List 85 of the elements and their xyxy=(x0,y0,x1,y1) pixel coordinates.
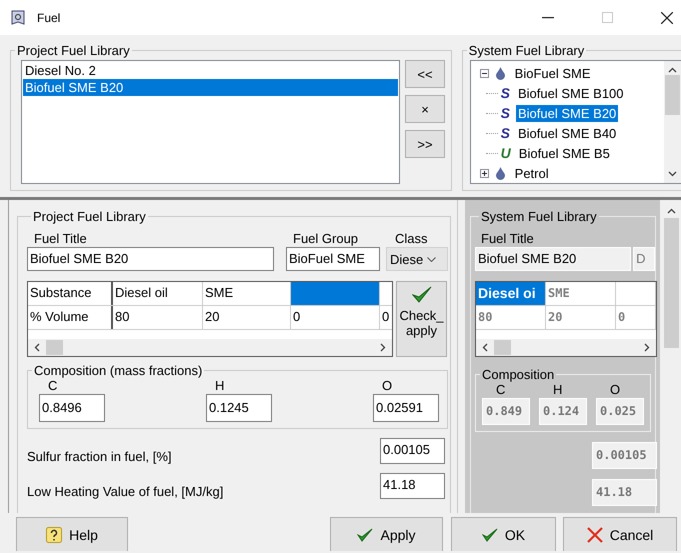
scroll-left-icon[interactable] xyxy=(482,343,488,352)
type-letter: U xyxy=(500,145,511,161)
app-icon xyxy=(11,10,25,26)
checkmark-icon xyxy=(482,528,498,542)
text-field[interactable]: 0.8496 xyxy=(39,394,105,422)
transfer-button[interactable]: >> xyxy=(405,130,445,158)
help-icon xyxy=(46,526,62,542)
expander-icon[interactable] xyxy=(480,68,489,78)
scroll-up-icon[interactable] xyxy=(667,208,676,214)
tree-item[interactable]: Biofuel SME B100 xyxy=(516,84,626,102)
type-letter: S xyxy=(500,125,510,141)
group-title: Composition (mass fractions) xyxy=(33,363,204,378)
text-field[interactable]: Biofuel SME B20 xyxy=(27,247,274,271)
scrollbar[interactable] xyxy=(476,339,656,356)
type-letter: S xyxy=(500,105,510,121)
grid-cell[interactable]: Diesel oil xyxy=(113,282,203,305)
type-letter: S xyxy=(500,85,510,101)
dialog-button[interactable]: OK xyxy=(451,517,556,551)
row-header: % Volume xyxy=(28,306,113,329)
field-label: O xyxy=(382,378,394,394)
grid-cell: 0 xyxy=(616,306,656,329)
tree-item[interactable]: Biofuel SME B5 xyxy=(516,144,612,162)
text-field[interactable]: 0.02591 xyxy=(373,394,439,422)
field-label: Fuel Group xyxy=(293,230,360,247)
scroll-left-icon[interactable] xyxy=(34,343,40,352)
grid-cell: SME xyxy=(546,282,616,305)
close-icon[interactable] xyxy=(661,12,673,24)
grid-cell: 80 xyxy=(476,306,546,329)
scroll-right-icon[interactable] xyxy=(644,343,650,352)
grid-cell[interactable] xyxy=(291,282,380,305)
field-label: C xyxy=(496,382,506,398)
drop-icon xyxy=(496,166,505,180)
group-title: Project Fuel Library xyxy=(32,209,147,224)
expander-icon[interactable] xyxy=(480,168,489,178)
field-label: Low Heating Value of fuel, [MJ/kg] xyxy=(27,484,224,499)
row-header: Substance xyxy=(28,282,113,305)
tree-item[interactable]: Petrol xyxy=(512,164,551,182)
cross-icon xyxy=(586,526,603,542)
grid-cell[interactable]: 0 xyxy=(380,306,392,329)
scrollbar[interactable] xyxy=(664,61,681,183)
scroll-right-icon[interactable] xyxy=(380,343,386,352)
dialog-button[interactable]: Cancel xyxy=(563,517,677,551)
list-item[interactable]: Biofuel SME B20 xyxy=(23,79,398,96)
checkmark-icon xyxy=(412,286,432,304)
grid-cell: 20 xyxy=(546,306,616,329)
tree-item[interactable]: Biofuel SME B40 xyxy=(516,124,618,142)
field-label: Sulfur fraction in fuel, [%] xyxy=(27,449,172,464)
group-title: System Fuel Library xyxy=(468,43,586,58)
scrollbar[interactable] xyxy=(28,339,392,356)
scroll-thumb[interactable] xyxy=(46,340,63,355)
window-title: Fuel xyxy=(37,10,60,24)
group-title: Project Fuel Library xyxy=(16,43,131,58)
tree-item[interactable]: Biofuel SME B20 xyxy=(516,104,618,122)
field-label: H xyxy=(215,378,226,394)
group-title: System Fuel Library xyxy=(480,209,598,224)
transfer-button[interactable]: << xyxy=(405,60,445,88)
scroll-thumb[interactable] xyxy=(494,340,511,355)
group-title: Composition xyxy=(481,367,556,382)
field-label: H xyxy=(553,382,564,398)
dialog-button[interactable]: Apply xyxy=(330,517,443,551)
tree-item[interactable]: BioFuel SME xyxy=(512,64,593,82)
transfer-button[interactable]: × xyxy=(405,95,445,123)
class-dropdown[interactable]: Diese xyxy=(386,247,448,271)
field-label: Fuel Title xyxy=(481,230,535,247)
grid-cell[interactable]: 20 xyxy=(203,306,291,329)
checkmark-icon xyxy=(357,528,374,542)
text-field[interactable]: 0.1245 xyxy=(206,394,272,422)
check-apply-button[interactable]: Check_ apply xyxy=(396,281,447,357)
scroll-down-icon[interactable] xyxy=(668,171,677,177)
text-field[interactable]: 0.00105 xyxy=(380,438,445,464)
field-label: Fuel Title xyxy=(34,230,88,247)
scroll-up-icon[interactable] xyxy=(668,67,677,73)
text-field[interactable]: 41.18 xyxy=(380,473,445,499)
grid-cell[interactable]: 80 xyxy=(113,306,203,329)
grid-cell: Diesel oi xyxy=(476,282,546,305)
class-field: D xyxy=(633,247,655,271)
field-label: O xyxy=(610,382,622,398)
list-item[interactable]: Diesel No. 2 xyxy=(23,62,398,79)
minimize-icon[interactable] xyxy=(542,16,554,18)
field-label: C xyxy=(48,378,58,394)
grid-cell[interactable]: 0 xyxy=(291,306,380,329)
field-label: Class xyxy=(395,230,429,247)
drop-icon xyxy=(496,66,505,80)
text-field[interactable]: BioFuel SME xyxy=(286,247,380,271)
dialog-button[interactable]: Help xyxy=(16,517,128,551)
